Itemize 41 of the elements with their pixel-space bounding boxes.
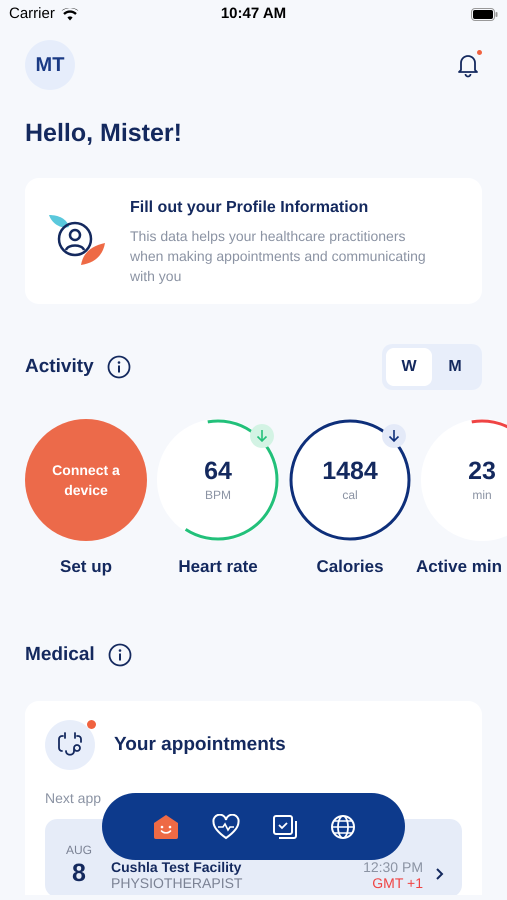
period-tab[interactable]: W	[386, 348, 432, 386]
appointment-day: 8	[72, 859, 86, 887]
metric-unit: BPM	[204, 487, 231, 504]
section-heading: Activity	[25, 354, 94, 379]
info-icon[interactable]	[108, 642, 132, 667]
metric-label: Active min	[416, 556, 502, 578]
progress-ring[interactable]	[290, 420, 410, 540]
metric-value: 1484	[322, 456, 378, 486]
heart-pulse-icon[interactable]	[212, 814, 240, 840]
appointment-month: AUG	[66, 842, 92, 859]
metric-unit: cal	[342, 487, 358, 504]
bell-icon[interactable]	[457, 52, 479, 78]
chevron-right-icon	[435, 867, 445, 881]
battery-icon	[471, 8, 498, 20]
user-avatar[interactable]: MT	[25, 40, 75, 90]
metric-unit: min	[472, 487, 492, 504]
clock-time: 10:47 AM	[220, 4, 286, 24]
calendar-stethoscope-icon	[45, 720, 95, 770]
metric-label: Set up	[60, 556, 112, 578]
facility-name: Cushla Test Facility	[111, 859, 242, 875]
stacked-checklist-icon[interactable]	[272, 814, 298, 840]
period-tab[interactable]: M	[432, 348, 478, 386]
timezone-label: GMT +1	[372, 875, 423, 891]
carrier-label: Carrier	[9, 4, 55, 24]
section-heading: Medical	[25, 642, 95, 666]
info-icon[interactable]	[106, 355, 131, 379]
next-appointment-label: Next app	[45, 789, 102, 808]
metric-label: Calories	[316, 556, 384, 578]
appointment-time: 12:30 PM	[363, 859, 423, 875]
card-description: This data helps your healthcare practitioners when making appointments and communicating with you	[130, 227, 427, 286]
specialty-label: PHYSIOTHERAPIST	[111, 875, 242, 891]
home-smiley-icon[interactable]	[152, 814, 180, 840]
card-title: Your appointments	[114, 732, 286, 757]
card-title: Fill out your Profile Information	[130, 198, 370, 218]
metric-value: 64	[204, 456, 232, 486]
metric-value: 23	[468, 456, 496, 486]
metric-label: Heart rate	[178, 556, 258, 578]
wifi-icon	[60, 8, 79, 20]
greeting-heading: Hello, Mister!	[24, 118, 183, 149]
profile-card[interactable]: Fill out your Profile Information This data helps your healthcare practitioners when making appointments and communicating with you	[25, 178, 482, 304]
globe-icon[interactable]	[330, 814, 356, 840]
